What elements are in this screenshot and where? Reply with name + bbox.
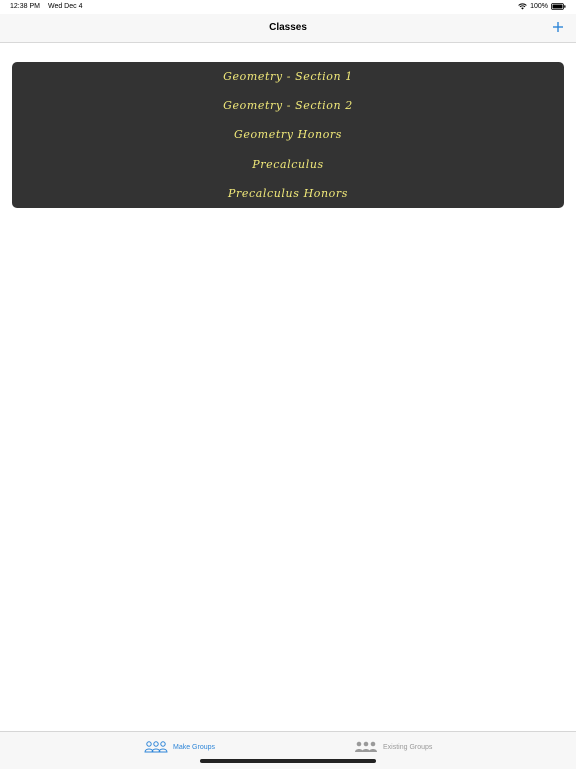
class-item[interactable]: Precalculus Honors	[12, 179, 564, 208]
add-class-button[interactable]	[550, 19, 566, 35]
home-indicator	[200, 759, 376, 763]
people-filled-icon	[355, 741, 377, 752]
tab-bar: Make Groups Existing Groups	[0, 731, 576, 769]
tab-make-groups-label: Make Groups	[173, 743, 216, 751]
battery-icon	[551, 3, 566, 10]
wifi-icon	[518, 3, 527, 10]
navigation-bar: Classes	[0, 14, 576, 43]
class-list: Geometry - Section 1 Geometry - Section …	[12, 62, 564, 208]
tab-existing-groups-label: Existing Groups	[383, 743, 433, 751]
page-title: Classes	[269, 22, 307, 33]
tab-make-groups[interactable]: Make Groups	[144, 739, 215, 755]
plus-icon	[553, 22, 563, 32]
class-item[interactable]: Geometry - Section 1	[12, 62, 564, 91]
class-item[interactable]: Geometry Honors	[12, 120, 564, 149]
people-outline-icon	[144, 741, 168, 753]
class-item[interactable]: Precalculus	[12, 150, 564, 179]
status-bar: 12:38 PM Wed Dec 4 100%	[0, 0, 576, 14]
status-time: 12:38 PM	[10, 3, 40, 10]
tab-existing-groups[interactable]: Existing Groups	[354, 739, 432, 755]
status-date: Wed Dec 4	[47, 3, 83, 10]
class-item[interactable]: Geometry - Section 2	[12, 91, 564, 120]
battery-percent: 100%	[530, 3, 548, 10]
